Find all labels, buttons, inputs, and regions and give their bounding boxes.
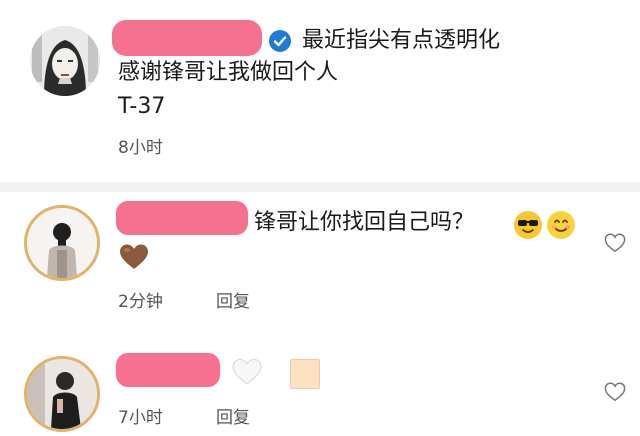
username-redaction [112, 20, 262, 56]
brown-heart-icon [120, 244, 148, 269]
post-headline: 最近指尖有点透明化 [302, 28, 501, 53]
white-heart-icon [232, 358, 262, 385]
commenter-avatar[interactable] [24, 205, 100, 281]
username-redaction [116, 353, 220, 387]
post-text-line: 感谢锋哥让我做回个人 [118, 60, 339, 85]
comment-text: 锋哥让你找回自己吗？ [254, 210, 475, 235]
post-text-line: T-37 [118, 94, 166, 119]
like-heart-icon[interactable] [604, 232, 626, 254]
comment-time: 7小时 [118, 408, 163, 428]
reply-button[interactable]: 回复 [216, 403, 250, 428]
post: 最近指尖有点透明化 感谢锋哥让我做回个人 T-37 8小时 [0, 0, 640, 182]
section-divider [0, 182, 640, 192]
post-time: 8小时 [118, 138, 163, 158]
smiling-face-emoji-icon [547, 211, 575, 239]
skin-tone-square-icon [290, 359, 320, 389]
like-heart-icon[interactable] [604, 381, 626, 403]
commenter-avatar[interactable] [24, 356, 100, 432]
username-redaction [116, 201, 248, 235]
verified-badge-icon [269, 30, 291, 52]
poster-avatar[interactable] [30, 26, 100, 96]
reply-button[interactable]: 回复 [216, 287, 250, 312]
sunglasses-emoji-icon [514, 211, 542, 239]
comment-time: 2分钟 [118, 292, 163, 312]
